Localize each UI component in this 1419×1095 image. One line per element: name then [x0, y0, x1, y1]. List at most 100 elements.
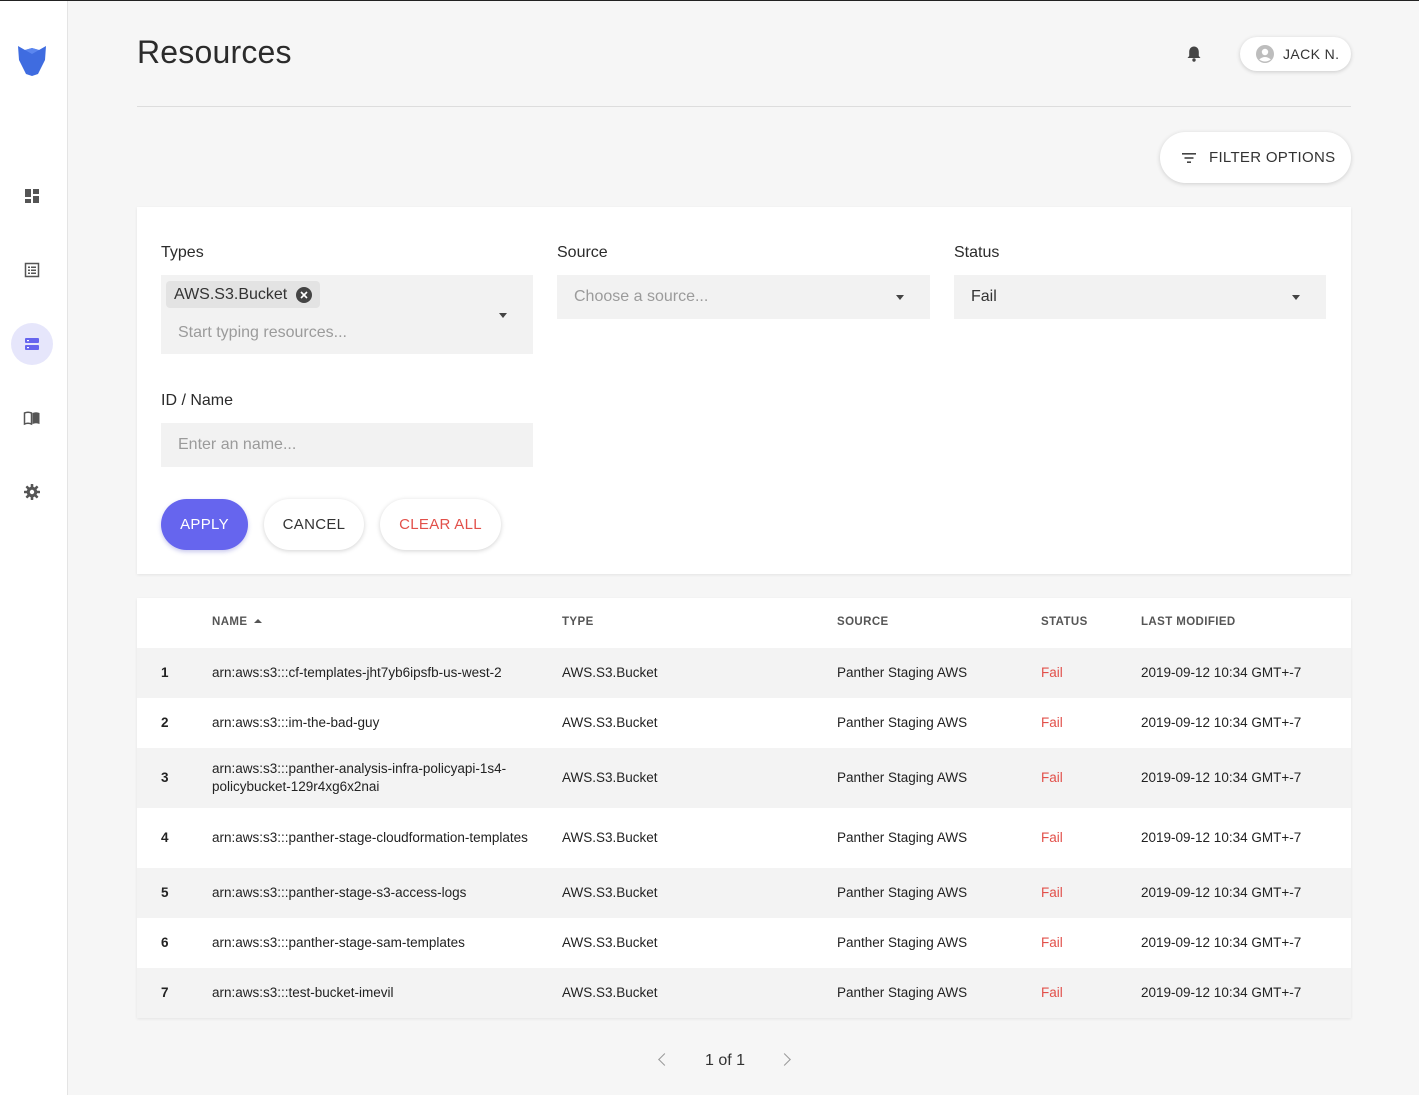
resource-status: Fail: [1041, 830, 1063, 845]
row-index: 3: [161, 770, 169, 785]
nav-resources[interactable]: [11, 323, 53, 365]
column-header-status[interactable]: STATUS: [1041, 616, 1088, 628]
column-header-name[interactable]: NAME: [212, 616, 263, 628]
resource-source: Panther Staging AWS: [837, 985, 968, 1000]
id-name-label: ID / Name: [161, 392, 234, 409]
types-input-placeholder[interactable]: Start typing resources...: [178, 324, 347, 342]
table-row[interactable]: 3 arn:aws:s3:::panther-analysis-infra-pol…: [137, 748, 1351, 808]
last-modified: 2019-09-12 10:34 GMT+-7: [1141, 665, 1302, 680]
header-divider: [137, 106, 1351, 107]
types-label: Types: [161, 244, 204, 261]
notification-bell-icon[interactable]: [1184, 44, 1204, 64]
nav-dashboard[interactable]: [11, 175, 53, 217]
nav-policies[interactable]: [11, 249, 53, 291]
nav-docs[interactable]: [11, 397, 53, 439]
resource-source: Panther Staging AWS: [837, 715, 968, 730]
resource-type: AWS.S3.Bucket: [562, 770, 658, 785]
table-row[interactable]: 7 arn:aws:s3:::test-bucket-imevil AWS.S3.B…: [137, 968, 1351, 1018]
user-menu-button[interactable]: JACK N.: [1240, 37, 1351, 71]
resource-type: AWS.S3.Bucket: [562, 985, 658, 1000]
resources-icon: [25, 338, 39, 350]
column-header-type[interactable]: TYPE: [562, 616, 594, 628]
types-dropdown-caret-icon[interactable]: [499, 313, 507, 318]
last-modified: 2019-09-12 10:34 GMT+-7: [1141, 715, 1302, 730]
resource-name[interactable]: arn:aws:s3:::im-the-bad-guy: [212, 698, 532, 748]
resource-status: Fail: [1041, 770, 1063, 785]
source-dropdown-caret-icon[interactable]: [896, 295, 904, 300]
resource-source: Panther Staging AWS: [837, 830, 968, 845]
resource-status: Fail: [1041, 935, 1063, 950]
user-name: JACK N.: [1283, 46, 1340, 62]
column-header-source[interactable]: SOURCE: [837, 616, 889, 628]
sort-ascending-icon: [254, 619, 263, 623]
window-top-border: [0, 0, 1419, 1]
row-index: 4: [161, 830, 169, 845]
row-index: 6: [161, 935, 169, 950]
resource-type: AWS.S3.Bucket: [562, 935, 658, 950]
pagination-text: 1 of 1: [705, 1052, 746, 1069]
status-select[interactable]: [954, 275, 1326, 319]
next-page-icon[interactable]: [778, 1053, 791, 1066]
row-index: 2: [161, 715, 169, 730]
filter-options-button[interactable]: FILTER OPTIONS: [1160, 132, 1351, 183]
resource-status: Fail: [1041, 665, 1063, 680]
cancel-button[interactable]: CANCEL: [264, 499, 364, 550]
source-label: Source: [557, 244, 608, 261]
filter-icon: [1182, 152, 1196, 163]
clear-all-button[interactable]: CLEAR ALL: [380, 499, 501, 550]
status-label: Status: [954, 244, 1000, 261]
row-index: 7: [161, 985, 169, 1000]
resource-type: AWS.S3.Bucket: [562, 830, 658, 845]
resource-name[interactable]: arn:aws:s3:::test-bucket-imevil: [212, 968, 532, 1018]
resource-name[interactable]: arn:aws:s3:::panther-analysis-infra-poli…: [212, 748, 532, 808]
resource-name[interactable]: arn:aws:s3:::panther-stage-sam-templates: [212, 918, 532, 968]
resource-type: AWS.S3.Bucket: [562, 715, 658, 730]
type-chip-label: AWS.S3.Bucket: [174, 285, 288, 303]
resource-source: Panther Staging AWS: [837, 770, 968, 785]
table-row[interactable]: 2 arn:aws:s3:::im-the-bad-guy AWS.S3.Bucke…: [137, 698, 1351, 748]
docs-book-icon: [23, 411, 40, 426]
column-header-name-label: NAME: [212, 616, 248, 628]
resource-name[interactable]: arn:aws:s3:::panther-stage-cloudformatio…: [212, 808, 532, 868]
table-row[interactable]: 5 arn:aws:s3:::panther-stage-s3-access-lo…: [137, 868, 1351, 918]
chip-remove-icon[interactable]: [296, 286, 313, 303]
last-modified: 2019-09-12 10:34 GMT+-7: [1141, 885, 1302, 900]
id-name-placeholder: Enter an name...: [178, 436, 297, 453]
nav-settings[interactable]: [11, 471, 53, 513]
last-modified: 2019-09-12 10:34 GMT+-7: [1141, 770, 1302, 785]
panther-logo-icon[interactable]: [16, 44, 48, 78]
settings-gear-icon: [24, 484, 40, 500]
resource-status: Fail: [1041, 985, 1063, 1000]
resource-status: Fail: [1041, 885, 1063, 900]
sidebar: [0, 1, 68, 1095]
resource-source: Panther Staging AWS: [837, 885, 968, 900]
row-index: 1: [161, 665, 169, 680]
table-row[interactable]: 1 arn:aws:s3:::cf-templates-jht7yb6ipsfb-…: [137, 648, 1351, 698]
status-dropdown-caret-icon[interactable]: [1292, 295, 1300, 300]
page-title: Resources: [137, 34, 292, 70]
row-index: 5: [161, 885, 169, 900]
apply-button[interactable]: APPLY: [161, 499, 248, 550]
resource-type: AWS.S3.Bucket: [562, 665, 658, 680]
filter-options-label: FILTER OPTIONS: [1209, 149, 1336, 166]
last-modified: 2019-09-12 10:34 GMT+-7: [1141, 935, 1302, 950]
status-value: Fail: [971, 288, 997, 305]
type-chip[interactable]: AWS.S3.Bucket: [166, 281, 321, 308]
source-placeholder: Choose a source...: [574, 288, 709, 305]
table-row[interactable]: 4 arn:aws:s3:::panther-stage-cloudformati…: [137, 808, 1351, 868]
dashboard-icon: [25, 189, 39, 203]
last-modified: 2019-09-12 10:34 GMT+-7: [1141, 830, 1302, 845]
resource-status: Fail: [1041, 715, 1063, 730]
last-modified: 2019-09-12 10:34 GMT+-7: [1141, 985, 1302, 1000]
resource-source: Panther Staging AWS: [837, 935, 968, 950]
policies-list-icon: [24, 262, 40, 278]
resource-name[interactable]: arn:aws:s3:::panther-stage-s3-access-log…: [212, 868, 532, 918]
column-header-last-modified[interactable]: LAST MODIFIED: [1141, 616, 1236, 628]
table-row[interactable]: 6 arn:aws:s3:::panther-stage-sam-template…: [137, 918, 1351, 968]
resource-type: AWS.S3.Bucket: [562, 885, 658, 900]
previous-page-icon[interactable]: [658, 1053, 671, 1066]
pagination: 1 of 1: [650, 1050, 800, 1074]
resource-source: Panther Staging AWS: [837, 665, 968, 680]
resource-name[interactable]: arn:aws:s3:::cf-templates-jht7yb6ipsfb-u…: [212, 648, 532, 698]
user-avatar-icon: [1256, 45, 1274, 63]
